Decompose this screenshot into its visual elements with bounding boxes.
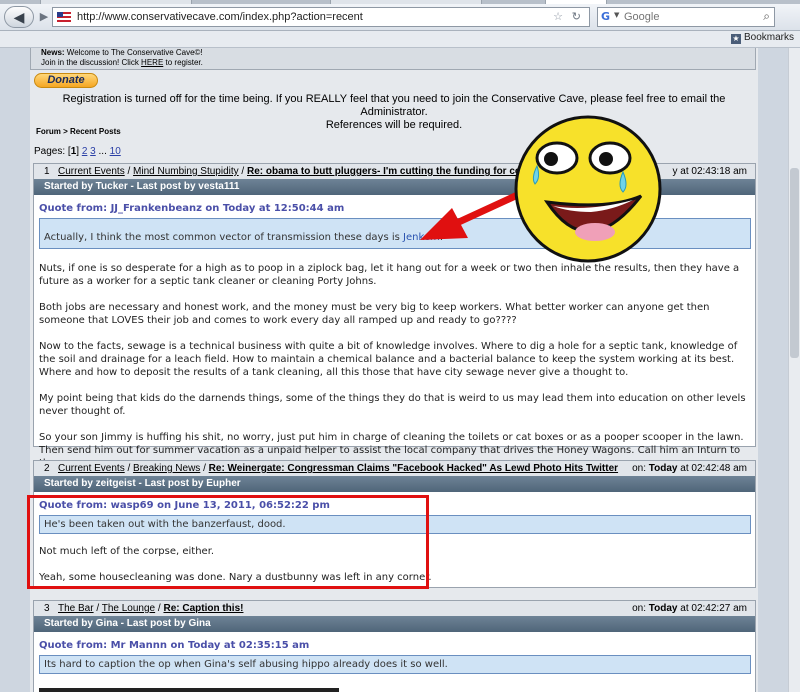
post-time: on: Today at 02:42:27 am xyxy=(632,601,747,616)
quote-box: Its hard to caption the op when Gina's s… xyxy=(39,655,751,674)
page-scrollbar[interactable] xyxy=(788,48,800,692)
post-paragraph: Nuts, if one is so desperate for a high … xyxy=(39,263,740,287)
search-bar[interactable]: G ▼ ⌕ xyxy=(597,7,775,27)
join-text-end: to register. xyxy=(163,58,203,67)
quote-header[interactable]: Quote from: Mr Mannn on Today at 02:35:1… xyxy=(39,639,751,652)
started-by-bar: Started by zeitgeist - Last post by Euph… xyxy=(34,476,755,492)
post-body: Quote from: Mr Mannn on Today at 02:35:1… xyxy=(34,632,755,692)
quote-end: . xyxy=(439,232,443,243)
pages-label: Pages: xyxy=(34,146,68,157)
search-input[interactable] xyxy=(624,9,744,25)
forward-arrow-icon: ▶ xyxy=(39,10,49,23)
meta-today: Today xyxy=(648,463,678,474)
news-box: News: Welcome to The Conservative Cave©!… xyxy=(30,48,756,70)
post-crumbs: Current Events / Breaking News / Re: Wei… xyxy=(58,463,619,474)
forward-button[interactable]: ▶ xyxy=(36,9,52,25)
pages-ellipsis: ... xyxy=(95,146,110,157)
site-favicon xyxy=(57,12,71,22)
search-icon[interactable]: ⌕ xyxy=(763,9,770,24)
post-number: 3 xyxy=(44,603,50,614)
navigation-toolbar: ◀ ▶ http://www.conservativecave.com/inde… xyxy=(0,4,800,31)
meta-time: at 02:42:27 am xyxy=(677,603,747,614)
subboard-link[interactable]: Mind Numbing Stupidity xyxy=(133,166,239,177)
page-link[interactable]: 10 xyxy=(110,146,121,157)
page-link[interactable]: 2 xyxy=(82,146,88,157)
post-number: 1 xyxy=(44,166,50,177)
star-icon[interactable]: ☆ xyxy=(553,8,563,26)
bookmarks-label: Bookmarks xyxy=(743,32,794,43)
meta-on: on: xyxy=(632,463,649,474)
post-paragraph: My point being that kids do the darnends… xyxy=(39,393,746,417)
started-by-bar: Started by Gina - Last post by Gina xyxy=(34,616,755,632)
address-bar[interactable]: http://www.conservativecave.com/index.ph… xyxy=(52,7,590,27)
page-current: 1 xyxy=(70,146,77,157)
subboard-link[interactable]: Breaking News xyxy=(133,463,200,474)
breadcrumb[interactable]: Forum > Recent Posts xyxy=(36,127,121,136)
google-icon[interactable]: G xyxy=(601,11,613,23)
post-title-link[interactable]: Re: Caption this! xyxy=(163,603,243,614)
post-item: 3 The Bar / The Lounge / Re: Caption thi… xyxy=(33,600,756,692)
post-header: 3 The Bar / The Lounge / Re: Caption thi… xyxy=(34,601,755,616)
post-paragraph: Both jobs are necessary and honest work,… xyxy=(39,302,710,326)
post-time: y at 02:43:18 am xyxy=(672,166,748,177)
board-link[interactable]: Current Events xyxy=(58,463,125,474)
donate-button[interactable]: Donate xyxy=(34,73,98,88)
meta-on: on: xyxy=(632,603,649,614)
bookmarks-menu[interactable]: ★ Bookmarks xyxy=(730,32,794,44)
awesome-smiley-icon xyxy=(514,115,662,263)
url-text[interactable]: http://www.conservativecave.com/index.ph… xyxy=(77,8,363,26)
news-text: Welcome to The Conservative Cave©! xyxy=(64,48,203,57)
back-arrow-icon: ◀ xyxy=(13,10,25,26)
post-paragraph: Now to the facts, sewage is a technical … xyxy=(39,341,738,378)
page-viewport: News: Welcome to The Conservative Cave©!… xyxy=(0,48,788,692)
board-link[interactable]: Current Events xyxy=(58,166,125,177)
scrollbar-thumb[interactable] xyxy=(790,168,799,358)
quote-text: Its hard to caption the op when Gina's s… xyxy=(44,659,448,670)
bookmarks-icon: ★ xyxy=(730,34,741,44)
back-button[interactable]: ◀ xyxy=(4,6,34,28)
join-text: Join in the discussion! Click xyxy=(41,58,142,67)
subboard-link[interactable]: The Lounge xyxy=(102,603,155,614)
register-link[interactable]: HERE xyxy=(141,58,163,67)
chevron-down-icon[interactable]: ▼ xyxy=(614,11,619,19)
highlight-box xyxy=(27,495,429,589)
post-title-link[interactable]: Re: Weinergate: Congressman Claims "Face… xyxy=(209,463,618,474)
pagination: Pages: [1] 2 3 ... 10 xyxy=(34,146,121,157)
bookmarks-toolbar: ★ Bookmarks xyxy=(0,31,800,48)
post-title-link[interactable]: Re: obama to butt pluggers- I'm cutting … xyxy=(247,166,521,177)
news-label: News: xyxy=(41,48,65,57)
image-edge xyxy=(39,688,339,692)
meta-today: Today xyxy=(648,603,678,614)
post-time: on: Today at 02:42:48 am xyxy=(632,461,747,476)
post-number: 2 xyxy=(44,463,50,474)
board-link[interactable]: The Bar xyxy=(58,603,94,614)
post-crumbs: The Bar / The Lounge / Re: Caption this! xyxy=(58,603,244,614)
meta-time: at 02:42:48 am xyxy=(677,463,747,474)
post-header: 2 Current Events / Breaking News / Re: W… xyxy=(34,461,755,476)
post-crumbs: Current Events / Mind Numbing Stupidity … xyxy=(58,166,522,177)
jenkem-link[interactable]: Jenkem xyxy=(403,232,440,243)
reload-icon[interactable]: ↻ xyxy=(572,8,581,26)
quote-text: Actually, I think the most common vector… xyxy=(44,232,404,243)
